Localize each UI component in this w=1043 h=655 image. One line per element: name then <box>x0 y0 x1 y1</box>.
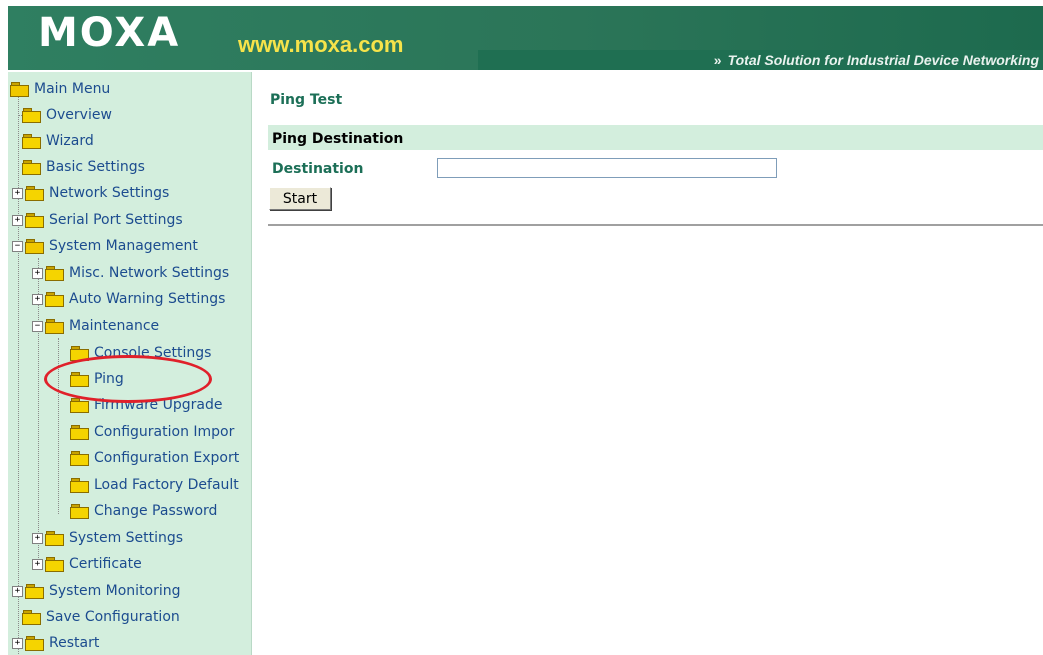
collapse-minus-icon[interactable]: − <box>12 240 23 252</box>
sidebar-item-configuration-import[interactable]: Configuration Impor <box>70 421 234 443</box>
expand-plus-icon[interactable]: + <box>32 267 43 279</box>
folder-icon <box>70 398 89 413</box>
folder-icon <box>25 213 44 228</box>
open-folder-icon <box>25 239 44 254</box>
folder-icon <box>70 451 89 466</box>
expand-plus-icon[interactable]: + <box>32 293 43 305</box>
folder-icon <box>45 557 64 572</box>
sidebar-item-maintenance[interactable]: − Maintenance <box>32 315 159 337</box>
folder-icon <box>22 610 41 625</box>
folder-icon <box>25 636 44 651</box>
folder-icon <box>70 425 89 440</box>
sidebar-item-serial-port-settings[interactable]: + Serial Port Settings <box>12 209 183 231</box>
sidebar-item-certificate[interactable]: + Certificate <box>32 553 142 575</box>
sidebar-item-basic-settings[interactable]: Basic Settings <box>22 156 145 178</box>
section-title: Ping Destination <box>272 131 404 147</box>
header-tagline: » Total Solution for Industrial Device Ne… <box>714 52 1039 68</box>
folder-icon <box>22 134 41 149</box>
sidebar-item-system-settings[interactable]: + System Settings <box>32 527 183 549</box>
open-folder-icon <box>45 319 64 334</box>
sidebar-item-system-monitoring[interactable]: + System Monitoring <box>12 580 181 602</box>
folder-icon <box>45 266 64 281</box>
sidebar-item-network-settings[interactable]: + Network Settings <box>12 182 169 204</box>
sidebar-item-auto-warning-settings[interactable]: + Auto Warning Settings <box>32 288 225 310</box>
sidebar-item-misc-network-settings[interactable]: + Misc. Network Settings <box>32 262 229 284</box>
expand-plus-icon[interactable]: + <box>12 187 23 199</box>
divider <box>268 224 1043 226</box>
destination-label: Destination <box>272 161 364 177</box>
sidebar-item-configuration-export[interactable]: Configuration Export <box>70 447 239 469</box>
open-folder-icon <box>10 82 29 97</box>
expand-plus-icon[interactable]: + <box>32 532 43 544</box>
folder-icon <box>22 108 41 123</box>
sidebar-item-change-password[interactable]: Change Password <box>70 500 217 522</box>
folder-icon <box>70 478 89 493</box>
sidebar-item-wizard[interactable]: Wizard <box>22 130 94 152</box>
double-chevron-icon: » <box>713 52 722 68</box>
tree-line <box>18 94 19 654</box>
start-button[interactable]: Start <box>269 187 331 210</box>
highlight-ellipse <box>44 355 212 403</box>
folder-icon <box>45 531 64 546</box>
expand-plus-icon[interactable]: + <box>12 214 23 226</box>
collapse-minus-icon[interactable]: − <box>32 320 43 332</box>
expand-plus-icon[interactable]: + <box>32 558 43 570</box>
sidebar-item-restart[interactable]: + Restart <box>12 632 99 654</box>
folder-icon <box>25 186 44 201</box>
expand-plus-icon[interactable]: + <box>12 585 23 597</box>
sidebar-item-system-management[interactable]: − System Management <box>12 235 198 257</box>
sidebar-item-save-configuration[interactable]: Save Configuration <box>22 606 180 628</box>
expand-plus-icon[interactable]: + <box>12 637 23 649</box>
sidebar-item-load-factory-default[interactable]: Load Factory Default <box>70 474 239 496</box>
destination-input[interactable] <box>437 158 777 178</box>
tagline-text: Total Solution for Industrial Device Net… <box>727 52 1039 68</box>
header-banner: MOXA www.moxa.com » Total Solution for In… <box>8 6 1043 70</box>
folder-icon <box>22 160 41 175</box>
moxa-logo: MOXA <box>38 10 181 56</box>
sidebar-item-overview[interactable]: Overview <box>18 104 112 126</box>
folder-icon <box>25 584 44 599</box>
sidebar-item-main-menu[interactable]: Main Menu <box>10 78 110 100</box>
folder-icon <box>70 504 89 519</box>
site-url-link[interactable]: www.moxa.com <box>238 32 403 58</box>
page-title: Ping Test <box>270 92 343 108</box>
folder-icon <box>45 292 64 307</box>
